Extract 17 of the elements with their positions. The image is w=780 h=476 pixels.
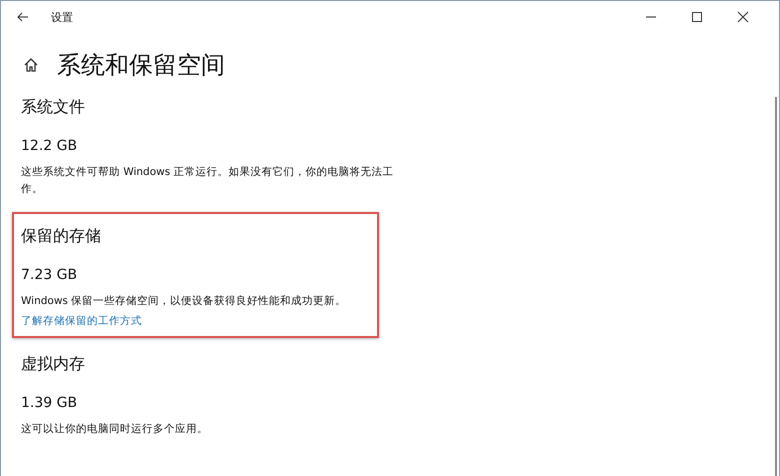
description-text: Windows 保留一些存储空间，以便设备获得良好性能和成功更新。 [21, 294, 346, 309]
size-value: 12.2 GB [21, 138, 78, 154]
description-text: 这些系统文件可帮助 Windows 正常运行。如果没有它们，你的电脑将无法工作。 [21, 165, 395, 197]
maximize-icon[interactable] [691, 11, 703, 23]
size-value: 1.39 GB [21, 395, 78, 411]
scrollbar-thumb[interactable] [775, 97, 777, 476]
back-arrow-icon[interactable] [17, 12, 29, 22]
window-title: 设置 [51, 10, 73, 24]
description-text: 这可以让你的电脑同时运行多个应用。 [21, 422, 208, 437]
section-heading: 系统文件 [21, 97, 85, 118]
size-value: 7.23 GB [21, 267, 78, 283]
section-heading: 保留的存储 [21, 226, 101, 247]
close-icon[interactable] [737, 11, 749, 23]
home-icon[interactable] [23, 57, 39, 73]
learn-more-link[interactable]: 了解存储保留的工作方式 [21, 314, 142, 328]
page-title: 系统和保留空间 [57, 50, 225, 81]
section-heading: 虚拟内存 [21, 354, 85, 375]
